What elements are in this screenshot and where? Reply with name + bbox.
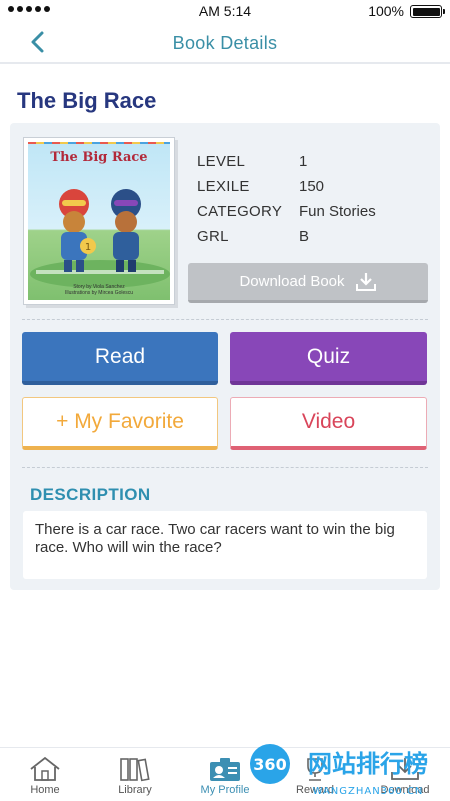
- meta-row-lexile: LEXILE 150: [197, 178, 376, 203]
- cover-credits: Story by Viola Sanchez Illustrations by …: [28, 284, 170, 296]
- tab-download[interactable]: Download: [360, 748, 450, 801]
- quiz-button[interactable]: Quiz: [230, 332, 427, 385]
- meta-row-grl: GRL B: [197, 228, 376, 253]
- download-icon: [391, 758, 419, 780]
- tab-label: Library: [118, 784, 152, 796]
- meta-value: Fun Stories: [299, 203, 376, 220]
- meta-key: LEVEL: [197, 153, 246, 170]
- read-button[interactable]: Read: [22, 332, 218, 385]
- meta-row-level: LEVEL 1: [197, 153, 376, 178]
- book-details-card: The Big Race 1 Story by Viola Sanchez Il…: [10, 123, 440, 590]
- home-icon: [30, 756, 60, 781]
- cover-illustration: The Big Race 1 Story by Viola Sanchez Il…: [28, 142, 170, 300]
- meta-row-category: CATEGORY Fun Stories: [197, 203, 376, 228]
- divider: [22, 319, 428, 320]
- book-title: The Big Race: [17, 88, 157, 113]
- page-title: Book Details: [172, 33, 278, 53]
- meta-key: CATEGORY: [197, 203, 283, 220]
- add-favorite-button[interactable]: + My Favorite: [22, 397, 218, 450]
- description-text: There is a car race. Two car racers want…: [23, 511, 427, 579]
- battery-percent: 100%: [368, 3, 404, 19]
- book-cover[interactable]: The Big Race 1 Story by Viola Sanchez Il…: [23, 137, 175, 305]
- meta-key: GRL: [197, 228, 229, 245]
- cover-illustrator: Illustrations by Mircea Golescu: [64, 290, 134, 296]
- tab-label: Home: [30, 784, 60, 796]
- meta-value: 1: [299, 153, 308, 170]
- tab-label: Reward: [296, 784, 334, 796]
- tab-reward[interactable]: Reward: [270, 748, 360, 801]
- svg-text:1: 1: [85, 242, 91, 253]
- battery-icon: [410, 5, 445, 18]
- tab-bar: Home Library My Profile Reward Download: [0, 747, 450, 800]
- tab-label: Download: [380, 784, 430, 796]
- download-book-label: Download Book: [239, 273, 345, 290]
- status-bar: AM 5:14 100%: [0, 0, 450, 22]
- meta-value: B: [299, 228, 310, 245]
- divider: [22, 467, 428, 468]
- download-icon: [355, 272, 376, 291]
- meta-value: 150: [299, 178, 325, 195]
- library-icon: [120, 758, 150, 782]
- reward-icon: [307, 758, 323, 781]
- racers-illustration: 1: [30, 189, 170, 288]
- tab-library[interactable]: Library: [90, 748, 180, 801]
- book-meta: LEVEL 1 LEXILE 150 CATEGORY Fun Stories GRL…: [197, 153, 376, 253]
- profile-icon: [210, 758, 240, 781]
- nav-bar: Book Details: [0, 22, 450, 64]
- meta-key: LEXILE: [197, 178, 250, 195]
- description-heading: DESCRIPTION: [30, 485, 151, 504]
- tab-my-profile[interactable]: My Profile: [180, 748, 270, 801]
- tab-label: My Profile: [200, 784, 250, 796]
- tab-home[interactable]: Home: [0, 748, 90, 801]
- download-book-button[interactable]: Download Book: [188, 263, 428, 303]
- video-button[interactable]: Video: [230, 397, 427, 450]
